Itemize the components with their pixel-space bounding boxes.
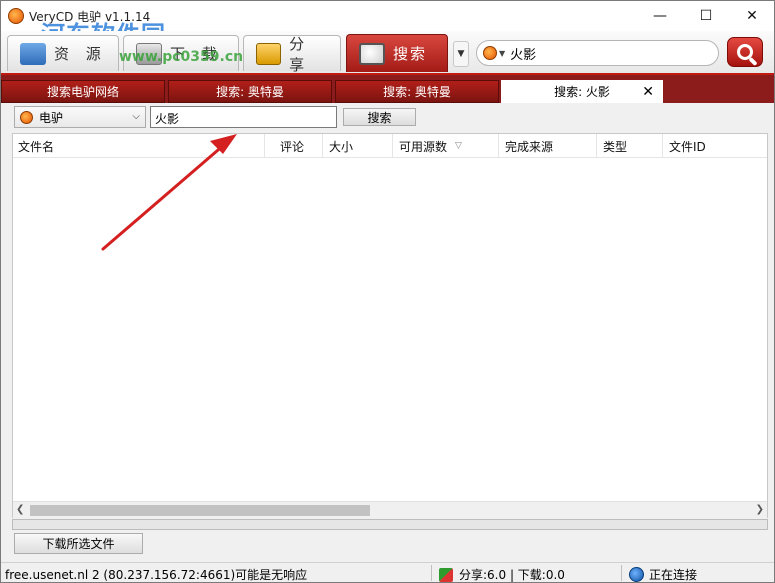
close-tab-icon[interactable]: ✕ [642, 84, 654, 100]
search-tab-strip: 搜索电驴网络 搜索: 奥特曼 搜索: 奥特曼 搜索: 火影 ✕ [1, 73, 774, 103]
column-header-complete-sources[interactable]: 完成来源 [500, 134, 597, 158]
search-icon [737, 44, 753, 60]
nav-share-button[interactable]: 分 享 [243, 35, 341, 74]
nav-search-label: 搜索 [393, 45, 428, 63]
nav-search-button[interactable]: 搜索 [346, 34, 448, 72]
progress-bar [12, 519, 768, 530]
tab-search-active[interactable]: 搜索: 火影 ✕ [501, 80, 663, 103]
horizontal-scrollbar[interactable]: ❮ ❯ [13, 501, 767, 518]
transfer-rate-text: 分享:6.0 | 下载:0.0 [459, 568, 565, 582]
nav-resources-button[interactable]: 资 源 [7, 35, 119, 71]
column-header-type[interactable]: 类型 [598, 134, 663, 158]
tab-label: 搜索: 火影 [554, 85, 610, 99]
close-window-button[interactable]: ✕ [729, 1, 774, 31]
status-divider [621, 565, 622, 581]
column-header-comments[interactable]: 评论 [275, 134, 323, 158]
network-select-value: 电驴 [39, 110, 64, 125]
nav-dropdown-arrow[interactable]: ▼ [453, 41, 469, 67]
status-bar: free.usenet.nl 2 (80.237.156.72:4661)可能是… [1, 562, 774, 582]
watermark-url: www.pc0359.cn [119, 49, 244, 65]
search-button[interactable]: 搜索 [343, 108, 416, 126]
transfer-arrows-icon [439, 567, 453, 582]
sort-indicator-icon: ▽ [455, 141, 462, 151]
tab-label: 搜索: 奥特曼 [383, 85, 451, 99]
tab-search-1[interactable]: 搜索: 奥特曼 [168, 80, 332, 103]
server-status: free.usenet.nl 2 (80.237.156.72:4661)可能是… [5, 568, 308, 582]
column-header-size[interactable]: 大小 [324, 134, 393, 158]
tab-label: 搜索电驴网络 [46, 85, 119, 99]
chevron-down-icon: ⌵ [132, 111, 140, 122]
scroll-left-icon[interactable]: ❮ [16, 504, 24, 515]
scrollbar-thumb[interactable] [30, 505, 370, 516]
search-row: 电驴 ⌵ 火影 搜索 [1, 103, 774, 133]
column-header-sources[interactable]: 可用源数 ▽ [394, 134, 499, 158]
transfer-status: 分享:6.0 | 下载:0.0 [439, 566, 565, 582]
connection-text: 正在连接 [649, 568, 698, 582]
column-header-filename[interactable]: 文件名 [13, 134, 265, 158]
top-search-button[interactable] [727, 37, 763, 67]
share-folder-icon [256, 42, 282, 65]
maximize-button[interactable]: ☐ [683, 1, 729, 31]
search-engine-icon[interactable] [483, 46, 497, 60]
tab-search-2[interactable]: 搜索: 奥特曼 [335, 80, 499, 103]
app-window: VeryCD 电驴 v1.1.14 河东软件园 — ☐ ✕ www.pc0359… [0, 0, 775, 583]
app-logo-icon [8, 8, 24, 24]
scroll-right-icon[interactable]: ❯ [756, 504, 764, 515]
results-list[interactable]: 文件名 评论 大小 可用源数 ▽ 完成来源 类型 文件ID ❮ ❯ [12, 133, 768, 518]
tab-search-network[interactable]: 搜索电驴网络 [1, 80, 165, 103]
network-select[interactable]: 电驴 ⌵ [14, 106, 146, 128]
network-globe-icon [629, 567, 644, 582]
column-header-fileid[interactable]: 文件ID [664, 134, 767, 158]
top-search-input[interactable]: 火影 [510, 44, 536, 63]
connection-status: 正在连接 [629, 566, 698, 582]
main-toolbar: 资 源 下 载 分 享 搜索 ▼ ▼ 火影 [1, 31, 774, 74]
network-icon [20, 110, 33, 124]
search-magnifier-icon [359, 42, 385, 65]
chevron-down-icon[interactable]: ▼ [499, 49, 505, 58]
globe-icon [20, 42, 46, 65]
download-selected-button[interactable]: 下载所选文件 [14, 533, 143, 554]
list-header: 文件名 评论 大小 可用源数 ▽ 完成来源 类型 文件ID [13, 134, 767, 158]
keyword-input[interactable]: 火影 [150, 106, 337, 128]
status-divider [431, 565, 432, 581]
title-bar: VeryCD 电驴 v1.1.14 河东软件园 — ☐ ✕ [1, 1, 774, 49]
minimize-button[interactable]: — [637, 1, 683, 31]
top-search-box[interactable]: ▼ 火影 [476, 40, 719, 66]
nav-share-label: 分 享 [289, 34, 311, 74]
tab-label: 搜索: 奥特曼 [216, 85, 284, 99]
nav-resources-label: 资 源 [54, 45, 107, 63]
